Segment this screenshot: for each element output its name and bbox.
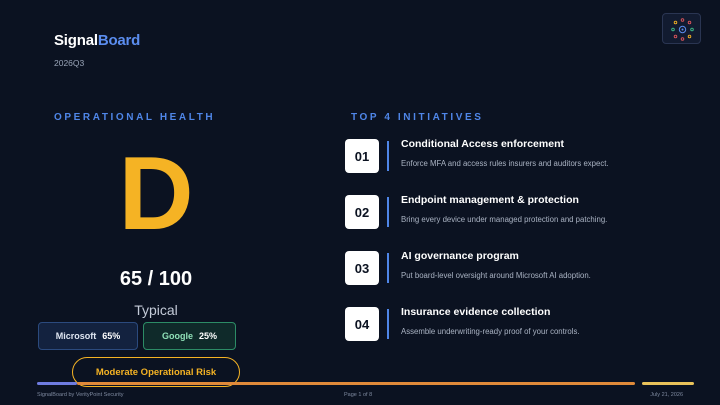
- progress-segment-2: [77, 382, 635, 385]
- initiative-item-4: 04 Insurance evidence collection Assembl…: [345, 306, 685, 347]
- operational-health-heading: OPERATIONAL HEALTH: [54, 112, 216, 123]
- report-period: 2026Q3: [54, 58, 85, 68]
- page-indicator: Page 1 of 8: [344, 392, 373, 398]
- initiative-title: AI governance program: [401, 250, 519, 262]
- initiative-item-1: 01 Conditional Access enforcement Enforc…: [345, 138, 685, 179]
- report-date: July 21, 2026: [650, 392, 683, 398]
- initiative-divider: [387, 309, 389, 339]
- footer-credit: SignalBoard by VerityPoint Security: [37, 392, 124, 398]
- initiative-title: Conditional Access enforcement: [401, 138, 564, 150]
- network-nodes-icon: [662, 13, 701, 44]
- initiative-description: Enforce MFA and access rules insurers an…: [401, 159, 609, 168]
- initiative-description: Bring every device under managed protect…: [401, 215, 608, 224]
- progress-segment-3: [642, 382, 694, 385]
- initiative-item-3: 03 AI governance program Put board-level…: [345, 250, 685, 291]
- google-share-chip: Google 25%: [143, 322, 236, 350]
- health-rating: Typical: [134, 302, 178, 318]
- initiatives-heading: TOP 4 INITIATIVES: [351, 112, 484, 123]
- initiative-description: Assemble underwriting-ready proof of you…: [401, 327, 580, 336]
- brand-title-part2: Board: [97, 32, 141, 49]
- progress-segment-1: [37, 382, 77, 385]
- initiative-divider: [387, 141, 389, 171]
- health-score: 65 / 100: [119, 268, 193, 290]
- initiative-number: 01: [345, 139, 379, 173]
- initiative-number: 03: [345, 251, 379, 285]
- initiative-title: Endpoint management & protection: [401, 194, 579, 206]
- brand-title: SignalBoard: [54, 32, 140, 49]
- initiative-divider: [387, 253, 389, 283]
- google-value: 25%: [198, 331, 217, 341]
- google-label: Google: [161, 331, 193, 341]
- microsoft-value: 65%: [102, 331, 121, 341]
- microsoft-share-chip: Microsoft 65%: [38, 322, 138, 350]
- initiative-item-2: 02 Endpoint management & protection Brin…: [345, 194, 685, 235]
- health-grade: D: [118, 136, 194, 252]
- brand-title-part1: Signal: [54, 32, 98, 49]
- initiative-number: 04: [345, 307, 379, 341]
- initiative-divider: [387, 197, 389, 227]
- initiative-description: Put board-level oversight around Microso…: [401, 271, 591, 280]
- microsoft-label: Microsoft: [55, 331, 97, 341]
- initiative-title: Insurance evidence collection: [401, 306, 551, 318]
- initiative-number: 02: [345, 195, 379, 229]
